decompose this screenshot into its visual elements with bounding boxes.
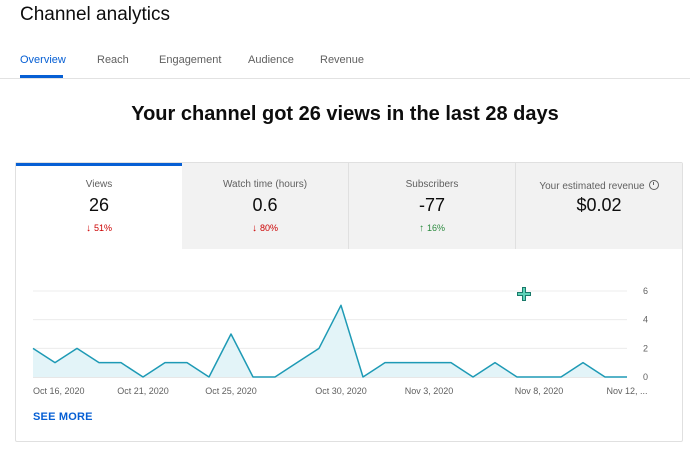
series-area [33, 305, 627, 377]
crosshair-cursor-icon [517, 287, 531, 301]
y-tick-label: 2 [643, 343, 648, 353]
see-more-link[interactable]: SEE MORE [33, 411, 93, 423]
y-tick-label: 6 [643, 286, 648, 296]
x-tick-label: Oct 21, 2020 [117, 386, 169, 396]
x-tick-label: Oct 16, 2020 [33, 386, 85, 396]
x-tick-label: Oct 30, 2020 [315, 386, 367, 396]
x-tick-label: Nov 12, ... [606, 386, 647, 396]
views-chart: 0 2 4 6 Oct 16, 2020 Oct 21, 2020 Oct 25, 2020… [32, 286, 648, 396]
x-tick-label: Nov 8, 2020 [515, 386, 564, 396]
x-tick-label: Oct 25, 2020 [205, 386, 257, 396]
x-tick-label: Nov 3, 2020 [405, 386, 454, 396]
y-tick-label: 0 [643, 372, 648, 382]
y-tick-label: 4 [643, 315, 648, 325]
